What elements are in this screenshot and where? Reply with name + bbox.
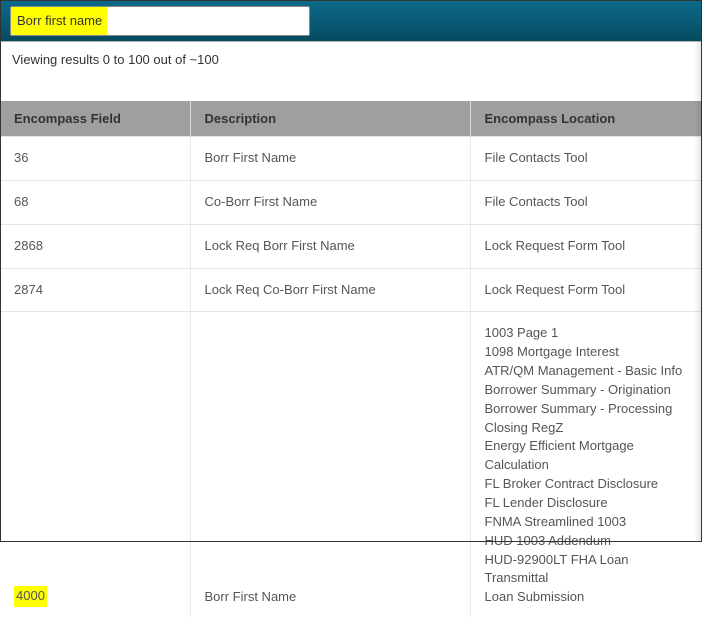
location-line: ATR/QM Management - Basic Info [485, 362, 689, 381]
cell-description: Co-Borr First Name [190, 180, 470, 224]
cell-encompass-location: Lock Request Form Tool [470, 224, 702, 268]
highlighted-field-id: 4000 [14, 586, 47, 607]
cell-description: Borr First Name [190, 312, 470, 617]
table-row[interactable]: 68Co-Borr First NameFile Contacts Tool [0, 180, 702, 224]
table-header-row: Encompass Field Description Encompass Lo… [0, 101, 702, 137]
search-input[interactable] [11, 7, 309, 35]
cell-description: Lock Req Co-Borr First Name [190, 268, 470, 312]
results-count: Viewing results 0 to 100 out of ~100 [0, 42, 702, 73]
location-line: Borrower Summary - Processing [485, 400, 689, 419]
cell-encompass-field: 2868 [0, 224, 190, 268]
cell-encompass-field: 68 [0, 180, 190, 224]
col-header-location[interactable]: Encompass Location [470, 101, 702, 137]
location-line: 1098 Mortgage Interest [485, 343, 689, 362]
search-input-wrapper[interactable] [10, 6, 310, 36]
cell-encompass-location: File Contacts Tool [470, 180, 702, 224]
location-line: FNMA Streamlined 1003 [485, 513, 689, 532]
col-header-field[interactable]: Encompass Field [0, 101, 190, 137]
location-line: 1003 Page 1 [485, 324, 689, 343]
table-row[interactable]: 2868Lock Req Borr First NameLock Request… [0, 224, 702, 268]
location-line: HUD 1003 Addendum [485, 532, 689, 551]
location-line: Energy Efficient Mortgage Calculation [485, 437, 689, 475]
cell-encompass-field: 36 [0, 137, 190, 181]
location-line: Loan Submission [485, 588, 689, 607]
location-line: Closing RegZ [485, 419, 689, 438]
table-row[interactable]: 4000Borr First Name1003 Page 11098 Mortg… [0, 312, 702, 617]
location-line: Borrower Summary - Origination [485, 381, 689, 400]
cell-description: Lock Req Borr First Name [190, 224, 470, 268]
cell-description: Borr First Name [190, 137, 470, 181]
cell-encompass-field: 2874 [0, 268, 190, 312]
location-line: FL Broker Contract Disclosure [485, 475, 689, 494]
location-line: HUD-92900LT FHA Loan Transmittal [485, 551, 689, 589]
cell-encompass-location: 1003 Page 11098 Mortgage InterestATR/QM … [470, 312, 702, 617]
cell-encompass-location: Lock Request Form Tool [470, 268, 702, 312]
table-row[interactable]: 36Borr First NameFile Contacts Tool [0, 137, 702, 181]
results-table: Encompass Field Description Encompass Lo… [0, 101, 702, 617]
cell-encompass-field: 4000 [0, 312, 190, 617]
col-header-description[interactable]: Description [190, 101, 470, 137]
results-table-wrapper: Encompass Field Description Encompass Lo… [0, 101, 702, 617]
table-row[interactable]: 2874Lock Req Co-Borr First NameLock Requ… [0, 268, 702, 312]
cell-encompass-location: File Contacts Tool [470, 137, 702, 181]
header-bar [0, 0, 702, 42]
location-line: FL Lender Disclosure [485, 494, 689, 513]
